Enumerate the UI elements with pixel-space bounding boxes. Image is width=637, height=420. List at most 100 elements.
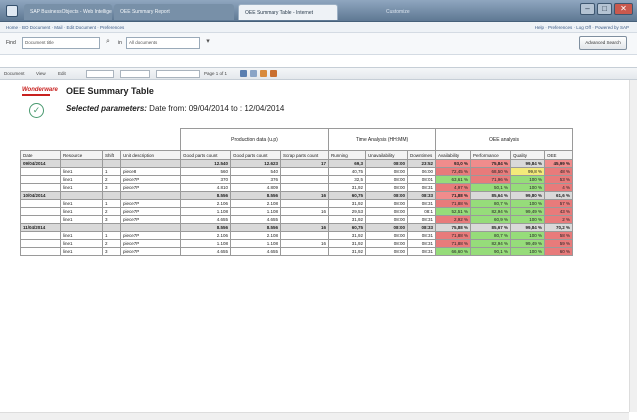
value-cell: 52,51 % xyxy=(435,207,471,216)
close-button[interactable]: ✕ xyxy=(614,3,633,15)
value-cell: 60 % xyxy=(544,247,573,256)
empty-cell xyxy=(120,159,181,168)
empty-cell xyxy=(20,199,61,208)
toolbar-dropdown[interactable] xyxy=(120,70,150,78)
toolbar-refresh[interactable] xyxy=(86,70,114,78)
value-cell: 100 % xyxy=(510,183,545,192)
tab-active[interactable]: OEE Summary Table - Internet xyxy=(238,4,338,20)
maximize-button[interactable]: □ xyxy=(597,3,612,15)
value-cell: 66,60 % xyxy=(435,247,471,256)
date-cell[interactable]: 09/04/2014 xyxy=(20,159,61,168)
value-cell: 08:31 xyxy=(407,199,436,208)
value-cell: 08:00 xyxy=(365,183,408,192)
column-header: Resource xyxy=(60,150,103,160)
value-cell: 90,1 % xyxy=(470,247,511,256)
value-cell: 4.655 xyxy=(230,215,281,224)
tab-2[interactable]: OEE Summary Report xyxy=(114,4,234,20)
params-label: Selected parameters: xyxy=(66,104,147,113)
value-cell: 100 % xyxy=(510,231,545,240)
value-cell: 31,92 xyxy=(328,183,366,192)
advanced-search-button[interactable]: Advanced Search xyxy=(579,36,627,50)
value-cell: 08:1 xyxy=(407,207,436,216)
summary-cell: 99,80 % xyxy=(510,191,545,200)
vertical-scrollbar[interactable] xyxy=(629,80,637,412)
shift-cell: 1 xyxy=(102,199,121,208)
value-cell: 08:01 xyxy=(407,175,436,184)
value-cell: 08:00 xyxy=(365,175,408,184)
tab-4[interactable]: Customize xyxy=(380,4,450,20)
summary-cell: 99,84 % xyxy=(510,223,545,232)
table-row: line1 1 piece7P 2.106 2.108 31,92 08:00 08:31 71… xyxy=(20,199,573,208)
column-header: Unit description xyxy=(120,150,181,160)
empty-cell xyxy=(60,191,103,200)
value-cell: 99,49 % xyxy=(510,239,545,248)
value-cell: 82,94 % xyxy=(470,207,511,216)
date-cell[interactable]: 10/04/2014 xyxy=(20,191,61,200)
summary-cell: 08:00 xyxy=(365,223,408,232)
table-row: line1 1 piece8 560 540 40,75 08:00 06:00 72,45 %… xyxy=(20,167,573,176)
group-header-row: Production data (u.p) Time Analysis (HH:… xyxy=(21,128,573,151)
scope-select[interactable]: All documents xyxy=(126,37,200,49)
toolbar-page-field[interactable] xyxy=(156,70,200,78)
summary-cell: 23:52 xyxy=(407,159,436,168)
toolbar-view[interactable]: View xyxy=(36,70,46,78)
date-cell[interactable]: 11/04/2014 xyxy=(20,223,61,232)
value-cell: 2.106 xyxy=(180,199,231,208)
column-header: Good parts count xyxy=(230,150,281,160)
date-summary-row: 11/04/2014 8.556 8.556 16 60,75 08:00 08:33 75,… xyxy=(20,223,573,232)
resource-cell: line1 xyxy=(60,183,103,192)
column-header: Shift xyxy=(102,150,121,160)
track-changes-icon[interactable] xyxy=(240,70,247,77)
empty-cell xyxy=(20,207,61,216)
search-icon[interactable]: ⌕ xyxy=(104,38,112,46)
empty-cell xyxy=(102,191,121,200)
summary-cell: 60,75 xyxy=(328,191,366,200)
search-input[interactable]: Document title xyxy=(22,37,100,49)
horizontal-scrollbar[interactable] xyxy=(0,412,629,420)
user-links[interactable]: Help · Preferences · Log Off · Powered b… xyxy=(535,22,629,32)
value-cell: 4.655 xyxy=(180,215,231,224)
export-icon[interactable] xyxy=(260,70,267,77)
app-links[interactable]: Home · BO Document · Mail · Edit Documen… xyxy=(6,25,124,30)
unit-cell: piece7P xyxy=(120,175,181,184)
value-cell: 80,7 % xyxy=(470,199,511,208)
value-cell: 08:31 xyxy=(407,231,436,240)
minimize-button[interactable]: – xyxy=(580,3,595,15)
table-row: line1 1 piece7P 2.106 2.108 31,92 08:00 08:31 71… xyxy=(20,231,573,240)
column-header: Quality xyxy=(510,150,545,160)
summary-cell: 16 xyxy=(280,223,329,232)
toolbar-edit[interactable]: Edit xyxy=(58,70,66,78)
value-cell: 540 xyxy=(230,167,281,176)
summary-cell: 08:33 xyxy=(407,223,436,232)
summary-cell: 16 xyxy=(280,191,329,200)
value-cell: 16 xyxy=(280,207,329,216)
shift-cell: 3 xyxy=(102,215,121,224)
summary-cell: 45,99 % xyxy=(544,159,573,168)
filter-icon[interactable] xyxy=(250,70,257,77)
summary-cell: 75,84 % xyxy=(470,159,511,168)
value-cell: 08:31 xyxy=(407,215,436,224)
value-cell: 100 % xyxy=(510,247,545,256)
value-cell: 560 xyxy=(180,167,231,176)
column-header: Date xyxy=(20,150,61,160)
toolbar-document[interactable]: Document xyxy=(4,70,25,78)
value-cell: 31,92 xyxy=(328,231,366,240)
tab-1[interactable]: SAP BusinessObjects - Web Intelligence xyxy=(24,4,112,20)
empty-cell xyxy=(20,231,61,240)
value-cell: 32,5 xyxy=(328,175,366,184)
params-value: Date from: 09/04/2014 to : 12/04/2014 xyxy=(146,104,285,113)
value-cell: 4.810 xyxy=(180,183,231,192)
value-cell: 43 % xyxy=(544,207,573,216)
shift-cell: 2 xyxy=(102,175,121,184)
summary-cell: 12.623 xyxy=(230,159,281,168)
print-icon[interactable] xyxy=(270,70,277,77)
value-cell: 100 % xyxy=(510,215,545,224)
value-cell: 71,88 % xyxy=(435,231,471,240)
chevron-down-icon[interactable]: ▾ xyxy=(204,38,212,46)
value-cell: 08:00 xyxy=(365,199,408,208)
value-cell: 4.809 xyxy=(230,183,281,192)
value-cell: 06:00 xyxy=(407,167,436,176)
search-bar: Find Document title ⌕ in All documents ▾… xyxy=(0,33,637,55)
value-cell: 2.108 xyxy=(230,231,281,240)
table-row: line1 2 piece7P 1.108 1.108 16 31,92 08:00 08:31… xyxy=(20,239,573,248)
